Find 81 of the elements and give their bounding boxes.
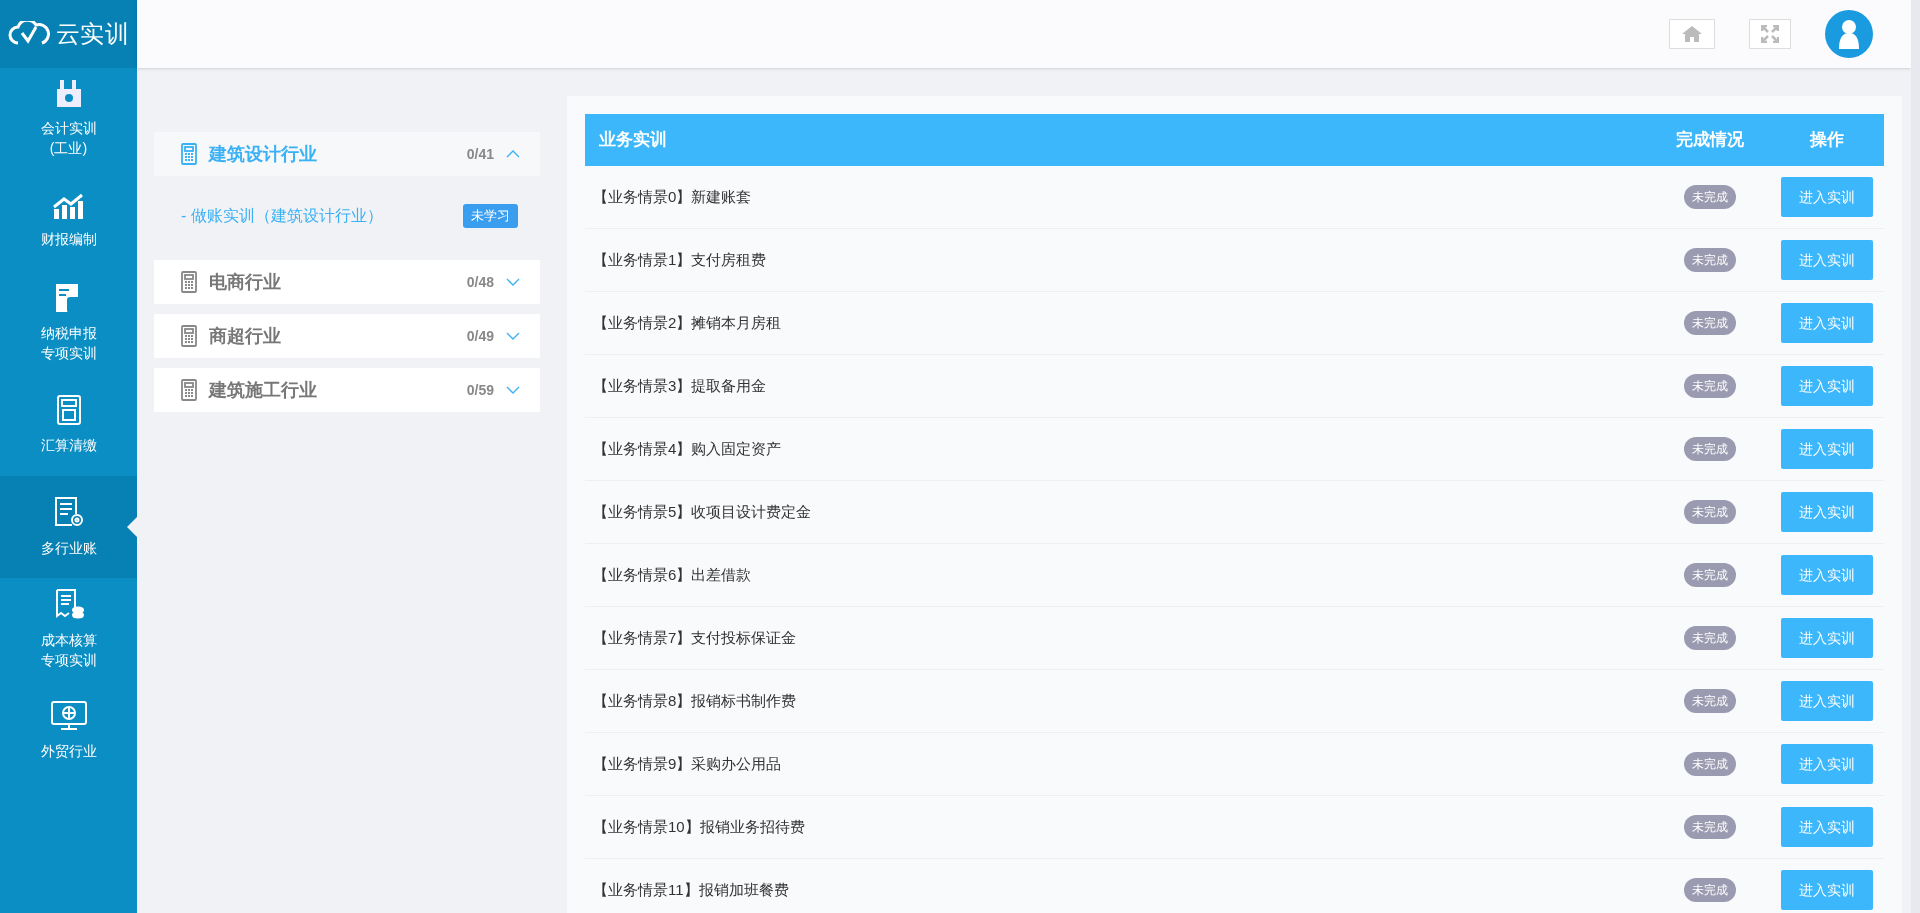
- enter-training-button[interactable]: 进入实训: [1781, 618, 1873, 658]
- status-badge: 未完成: [1684, 689, 1736, 713]
- sidebar-label: 纳税申报专项实训: [39, 324, 98, 363]
- column-header: 操作: [1808, 129, 1845, 152]
- user-avatar[interactable]: [1825, 10, 1873, 58]
- status-badge: 未完成: [1684, 878, 1736, 902]
- task-name: 【业务情景4】购入固定资产: [592, 438, 783, 459]
- sidebar-label: 会计实训(工业): [39, 119, 98, 158]
- monitor-globe-icon: [50, 701, 87, 731]
- person-icon: [1837, 19, 1861, 49]
- sidebar-item[interactable]: 会计实训(工业): [0, 68, 137, 170]
- task-name: 【业务情景5】收项目设计费定金: [592, 501, 813, 522]
- task-name: 【业务情景11】报销加班餐费: [592, 879, 790, 900]
- task-name: 【业务情景9】采购办公用品: [592, 753, 783, 774]
- bar-chart-icon: [51, 193, 86, 219]
- sidebar-item[interactable]: 外贸行业: [0, 680, 137, 782]
- enter-training-button[interactable]: 进入实训: [1781, 807, 1873, 847]
- sidebar-item[interactable]: 多行业账: [0, 476, 137, 578]
- document-gear-icon: [53, 496, 84, 528]
- task-name: 【业务情景1】支付房租费: [592, 249, 768, 270]
- status-badge: 未完成: [1684, 248, 1736, 272]
- category-header[interactable]: 商超行业 0/49: [154, 314, 540, 358]
- status-badge: 未完成: [1684, 185, 1736, 209]
- calculator-icon: [181, 325, 197, 347]
- enter-training-button[interactable]: 进入实训: [1781, 303, 1873, 343]
- sidebar-item[interactable]: 成本核算专项实训: [0, 578, 137, 680]
- factory-icon: [55, 80, 82, 108]
- home-button[interactable]: [1669, 19, 1715, 49]
- status-badge: 未完成: [1684, 500, 1736, 524]
- calculator-icon: [181, 143, 197, 165]
- sidebar-label: 汇算清缴: [39, 436, 98, 455]
- logo-text: 云实训: [55, 19, 130, 49]
- status-badge: 未完成: [1684, 626, 1736, 650]
- category-header[interactable]: 建筑设计行业 0/41: [154, 132, 540, 176]
- sidebar-label: 多行业账: [39, 539, 98, 558]
- chevron-down-icon: [506, 386, 520, 394]
- task-name: 【业务情景0】新建账套: [592, 186, 753, 207]
- task-name: 【业务情景7】支付投标保证金: [592, 627, 798, 648]
- sidebar-item[interactable]: 财报编制: [0, 170, 137, 272]
- enter-training-button[interactable]: 进入实训: [1781, 429, 1873, 469]
- column-header: 业务实训: [598, 129, 668, 152]
- task-name: 【业务情景10】报销业务招待费: [592, 816, 806, 837]
- status-badge: 未完成: [1684, 374, 1736, 398]
- chevron-up-icon: [506, 150, 520, 158]
- enter-training-button[interactable]: 进入实训: [1781, 870, 1873, 910]
- category-header[interactable]: 电商行业 0/48: [154, 260, 540, 304]
- task-name: 【业务情景3】提取备用金: [592, 375, 768, 396]
- calculator-icon: [56, 395, 81, 425]
- enter-training-button[interactable]: 进入实训: [1781, 492, 1873, 532]
- status-badge: 未完成: [1684, 563, 1736, 587]
- status-badge: 未完成: [1684, 752, 1736, 776]
- enter-training-button[interactable]: 进入实训: [1781, 366, 1873, 406]
- task-name: 【业务情景2】摊销本月房租: [592, 312, 783, 333]
- column-header: 完成情况: [1675, 129, 1745, 152]
- fullscreen-button[interactable]: [1749, 19, 1791, 49]
- status-badge: 未完成: [1684, 815, 1736, 839]
- status-badge: 未完成: [1684, 311, 1736, 335]
- sidebar-label: 财报编制: [39, 230, 98, 249]
- task-name: 【业务情景8】报销标书制作费: [592, 690, 798, 711]
- chevron-down-icon: [506, 332, 520, 340]
- enter-training-button[interactable]: 进入实训: [1781, 240, 1873, 280]
- status-badge: 未学习: [463, 204, 518, 228]
- task-name: 【业务情景6】出差借款: [592, 564, 753, 585]
- home-icon: [1682, 26, 1702, 42]
- chevron-down-icon: [506, 278, 520, 286]
- sidebar-label: 外贸行业: [39, 742, 98, 761]
- calculator-icon: [181, 271, 197, 293]
- enter-training-button[interactable]: 进入实训: [1781, 744, 1873, 784]
- cloud-check-icon: [7, 21, 52, 47]
- enter-training-button[interactable]: 进入实训: [1781, 555, 1873, 595]
- status-badge: 未完成: [1684, 437, 1736, 461]
- sidebar-label: 成本核算专项实训: [39, 631, 98, 670]
- enter-training-button[interactable]: 进入实训: [1781, 681, 1873, 721]
- sidebar-item[interactable]: 纳税申报专项实训: [0, 272, 137, 374]
- sidebar-item[interactable]: 汇算清缴: [0, 374, 137, 476]
- category-header[interactable]: 建筑施工行业 0/59: [154, 368, 540, 412]
- enter-training-button[interactable]: 进入实训: [1781, 177, 1873, 217]
- lesson-link[interactable]: - 做账实训（建筑设计行业）: [181, 204, 463, 228]
- active-pointer: [127, 517, 137, 537]
- fullscreen-icon: [1761, 25, 1779, 43]
- calculator-icon: [181, 379, 197, 401]
